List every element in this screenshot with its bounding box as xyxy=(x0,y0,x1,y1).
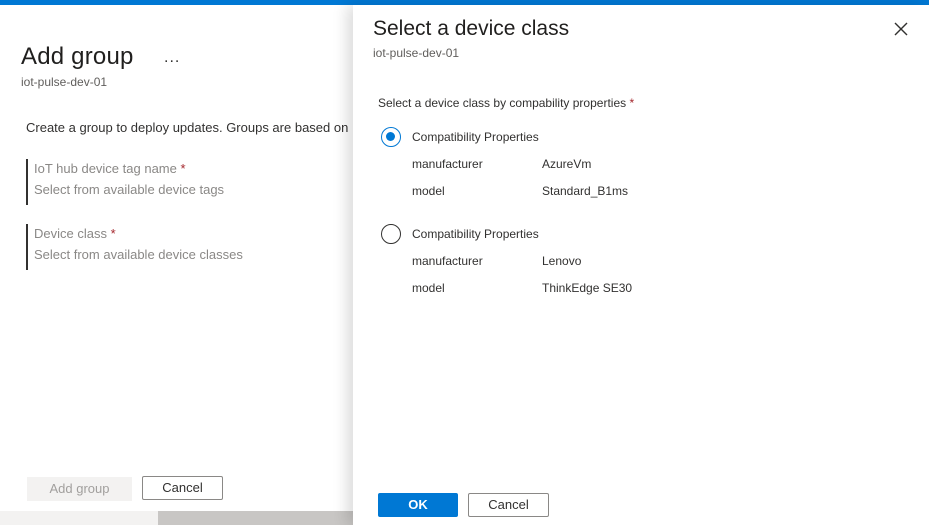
blade-description: Create a group to deploy updates. Groups… xyxy=(26,120,353,135)
more-options-button[interactable]: ... xyxy=(164,49,180,67)
required-marker: * xyxy=(180,161,186,176)
option-label: Compatibility Properties xyxy=(412,130,539,144)
close-icon[interactable] xyxy=(892,20,910,38)
device-class-placeholder: Select from available device classes xyxy=(34,247,243,262)
device-class-field[interactable]: Device class * Select from available dev… xyxy=(26,224,326,270)
add-group-blade: Add group ... iot-pulse-dev-01 Create a … xyxy=(0,5,353,525)
property-key: manufacturer xyxy=(412,254,483,268)
device-tag-label: IoT hub device tag name * xyxy=(34,161,186,176)
property-key: model xyxy=(412,281,445,295)
device-class-label: Device class * xyxy=(34,226,116,241)
scrollbar-thumb[interactable] xyxy=(158,511,353,525)
device-tag-field[interactable]: IoT hub device tag name * Select from av… xyxy=(26,159,326,205)
panel-title: Select a device class xyxy=(373,17,570,40)
ok-button[interactable]: OK xyxy=(378,493,458,517)
property-value: AzureVm xyxy=(542,157,592,171)
panel-subtitle: iot-pulse-dev-01 xyxy=(373,46,460,60)
select-device-class-panel: Select a device class iot-pulse-dev-01 S… xyxy=(353,5,929,525)
panel-cancel-button[interactable]: Cancel xyxy=(468,493,549,517)
add-group-button[interactable]: Add group xyxy=(27,477,132,501)
property-value: ThinkEdge SE30 xyxy=(542,281,633,295)
property-value: Standard_B1ms xyxy=(542,184,629,198)
option-label: Compatibility Properties xyxy=(412,227,539,241)
device-class-prompt: Select a device class by compability pro… xyxy=(378,96,635,110)
blade-title: Add group xyxy=(21,43,134,70)
property-value: Lenovo xyxy=(542,254,582,268)
radio-selected[interactable] xyxy=(381,127,401,147)
radio-unselected[interactable] xyxy=(381,224,401,244)
property-key: model xyxy=(412,184,445,198)
blade-cancel-button[interactable]: Cancel xyxy=(142,476,223,500)
property-key: manufacturer xyxy=(412,157,483,171)
required-marker: * xyxy=(629,96,635,110)
device-tag-placeholder: Select from available device tags xyxy=(34,182,225,197)
required-marker: * xyxy=(110,226,116,241)
blade-subtitle: iot-pulse-dev-01 xyxy=(21,75,108,89)
